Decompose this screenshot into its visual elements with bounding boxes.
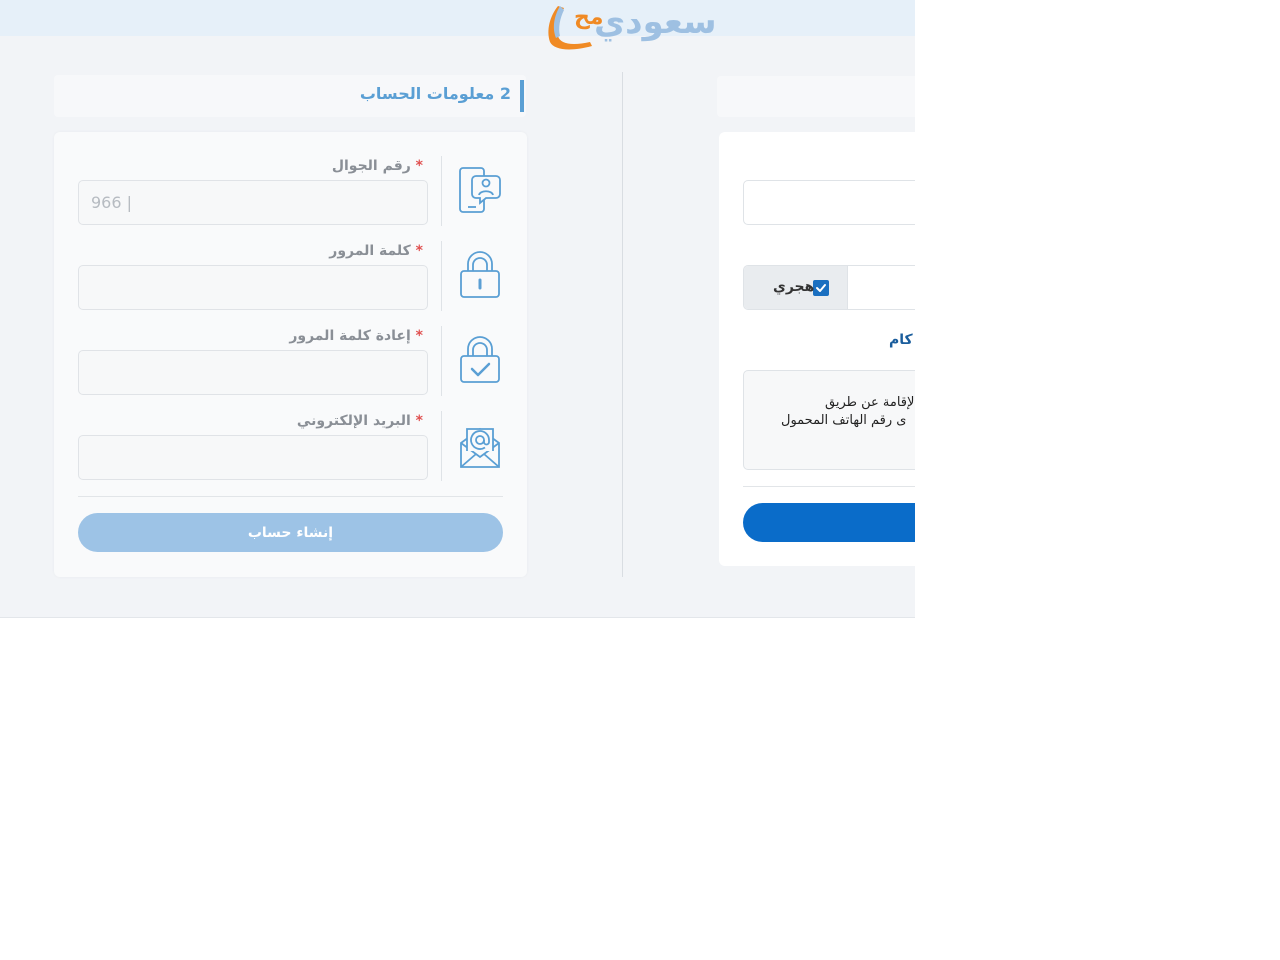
email-input[interactable]	[78, 435, 428, 480]
create-account-button[interactable]: إنشاء حساب	[78, 513, 503, 552]
required-mark: *	[415, 158, 423, 174]
info-line-2: ى رقم الهاتف المحمول	[781, 413, 907, 428]
card-separator	[78, 496, 503, 497]
password-label-text: كلمة المرور	[329, 243, 411, 259]
info-box: ية / الإقامة عن طريق ى رقم الهاتف المحمو…	[743, 370, 915, 470]
personal-info-card: هجري كام ية / الإقامة عن طريق ى رقم الها…	[719, 132, 915, 566]
padlock-icon	[460, 251, 500, 298]
page-viewport: مح سعودي 2 معلومات الحساب * رقم الجوال 9…	[0, 0, 915, 618]
password-icon-box	[441, 241, 503, 311]
password-field-row: * كلمة المرور	[78, 241, 503, 311]
info-line-1: ية / الإقامة عن طريق	[825, 395, 915, 410]
vertical-divider	[622, 72, 623, 577]
mobile-field-row: * رقم الجوال	[78, 156, 503, 226]
right-card-separator	[743, 486, 915, 487]
mobile-label: * رقم الجوال	[332, 158, 426, 174]
mobile-user-icon	[459, 167, 501, 213]
section-number: 2	[499, 84, 511, 103]
password-input[interactable]	[78, 265, 428, 310]
mobile-label-text: رقم الجوال	[331, 158, 411, 174]
checkmark-icon	[816, 284, 826, 292]
password-confirm-label: * إعادة كلمة المرور	[289, 328, 426, 344]
section-header: 2 معلومات الحساب	[54, 75, 526, 117]
password-confirm-icon-box	[441, 326, 503, 396]
site-logo[interactable]: مح سعودي	[540, 2, 740, 54]
logo-text: سعودي	[594, 2, 717, 42]
password-confirm-input[interactable]	[78, 350, 428, 395]
section-title: 2 معلومات الحساب	[360, 84, 511, 103]
password-confirm-field-row: * إعادة كلمة المرور	[78, 326, 503, 396]
padlock-check-icon	[460, 336, 500, 383]
required-mark: *	[415, 413, 423, 429]
password-label: * كلمة المرور	[329, 243, 426, 259]
envelope-at-icon	[460, 427, 500, 468]
email-field-row: * البريد الإلكتروني	[78, 411, 503, 481]
mobile-icon-box	[441, 156, 503, 226]
calendar-type-toggle[interactable]: هجري	[744, 266, 848, 309]
section-title-text: معلومات الحساب	[359, 84, 495, 103]
email-label: * البريد الإلكتروني	[297, 413, 426, 429]
account-info-card: * رقم الجوال * كلمة المرور	[54, 132, 527, 577]
hijri-label: هجري	[773, 279, 815, 295]
password-confirm-label-text: إعادة كلمة المرور	[289, 328, 411, 344]
personal-info-section-header	[717, 76, 915, 117]
top-bar: مح سعودي	[0, 0, 915, 50]
required-mark: *	[415, 328, 423, 344]
hijri-checkbox[interactable]	[813, 280, 829, 296]
id-number-input[interactable]	[743, 180, 915, 225]
email-label-text: البريد الإلكتروني	[296, 413, 411, 429]
terms-link[interactable]: كام	[889, 332, 913, 348]
verify-button[interactable]	[743, 503, 915, 542]
birthdate-field[interactable]: هجري	[743, 265, 915, 310]
required-mark: *	[415, 243, 423, 259]
section-accent-bar	[520, 80, 524, 112]
email-icon-box	[441, 411, 503, 481]
mobile-input[interactable]	[78, 180, 428, 225]
